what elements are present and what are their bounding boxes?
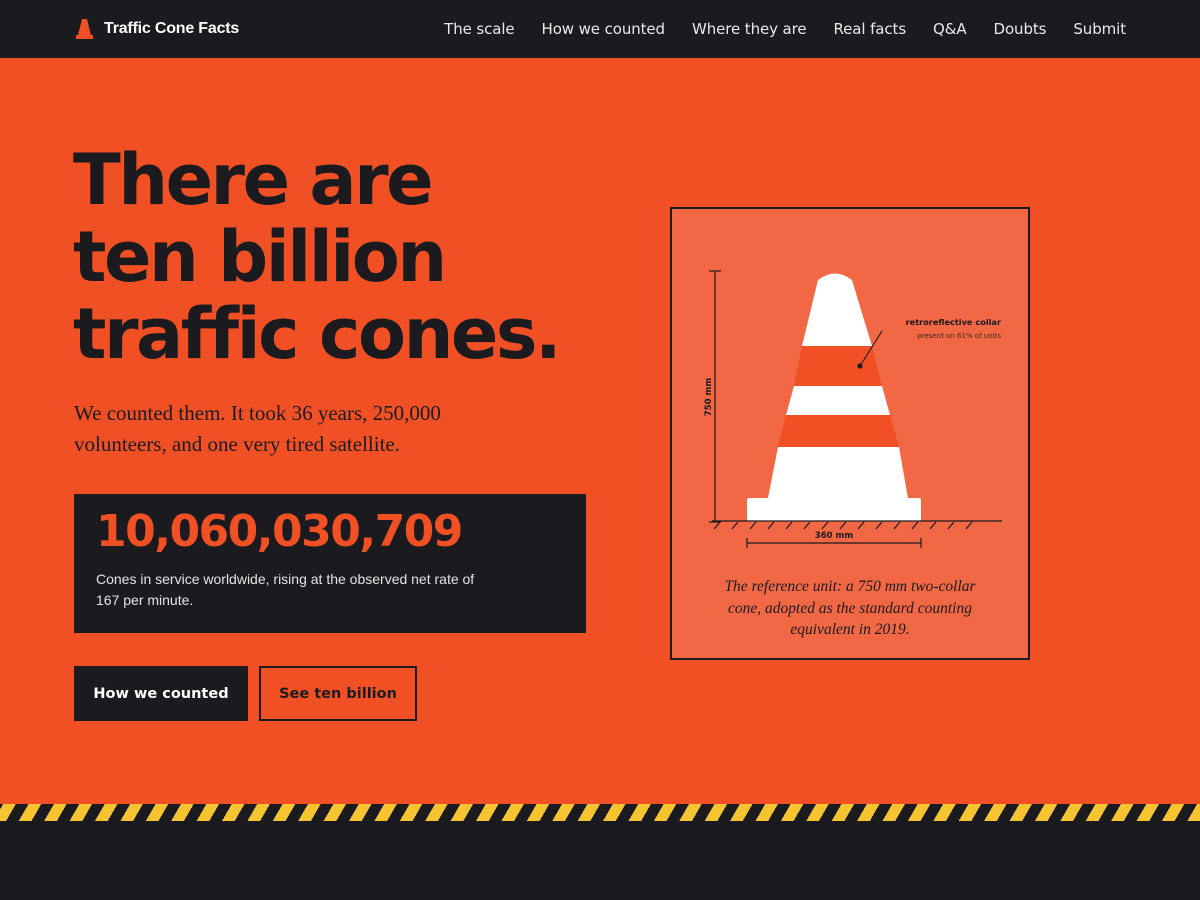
brand-logo-link[interactable]: Traffic Cone Facts [75, 0, 239, 58]
top-nav: Traffic Cone Facts The scale How we coun… [0, 0, 1200, 58]
cone-count-value: 10,060,030,709 [96, 506, 463, 557]
see-ten-billion-button[interactable]: See ten billion [259, 666, 417, 721]
figure-caption: The reference unit: a 750 mm two-collar … [724, 578, 976, 638]
nav-link-submit[interactable]: Submit [1073, 20, 1126, 38]
nav-link-where-they-are[interactable]: Where they are [692, 20, 807, 38]
traffic-cone-illustration [747, 273, 921, 521]
reference-cone-figure: 750 mm 360 mm retroreflective collar pre… [670, 207, 1030, 660]
nav-links: The scale How we counted Where they are … [444, 0, 1126, 58]
width-label: 360 mm [815, 531, 854, 541]
nav-link-how-we-counted[interactable]: How we counted [542, 20, 666, 38]
dark-footer-band [0, 821, 1200, 900]
ground-line [712, 520, 1002, 530]
headline-line-3: traffic cones. [73, 293, 562, 375]
nav-link-qa[interactable]: Q&A [933, 20, 967, 38]
hero-subtitle: We counted them. It took 36 years, 250,0… [74, 401, 441, 456]
nav-link-the-scale[interactable]: The scale [444, 20, 515, 38]
cone-count-description: Cones in service worldwide, rising at th… [96, 571, 475, 608]
collar-annotation-note: present on 61% of units [917, 332, 1001, 340]
hazard-stripe [0, 804, 1200, 821]
brand-name: Traffic Cone Facts [104, 20, 240, 37]
nav-link-doubts[interactable]: Doubts [994, 20, 1047, 38]
nav-link-real-facts[interactable]: Real facts [834, 20, 907, 38]
collar-annotation-title: retroreflective collar [906, 317, 1002, 327]
headline-line-1: There are [73, 139, 434, 221]
how-we-counted-button[interactable]: How we counted [74, 666, 248, 721]
hero-section: There are ten billion traffic cones. We … [0, 58, 1200, 804]
hero-headline: There are ten billion traffic cones. [73, 142, 633, 373]
headline-line-2: ten billion [73, 216, 447, 298]
traffic-cone-icon [76, 19, 93, 39]
height-label: 750 mm [704, 378, 714, 417]
cone-counter-card: 10,060,030,709 Cones in service worldwid… [74, 494, 586, 633]
